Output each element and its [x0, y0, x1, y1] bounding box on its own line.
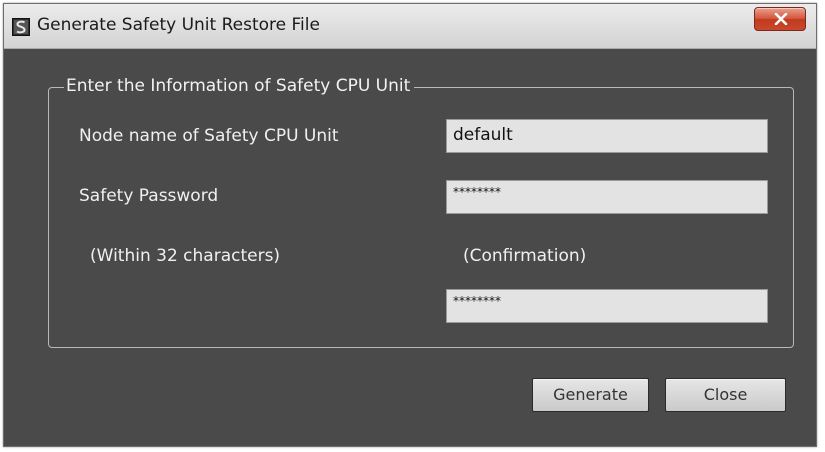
node-name-label: Node name of Safety CPU Unit — [79, 126, 339, 146]
close-button[interactable]: Close — [665, 378, 786, 412]
node-name-input[interactable]: default — [446, 119, 768, 153]
safety-password-input[interactable]: ******** — [446, 180, 768, 214]
window-title: Generate Safety Unit Restore File — [37, 15, 320, 35]
title-bar[interactable]: Generate Safety Unit Restore File — [4, 4, 816, 49]
group-legend: Enter the Information of Safety CPU Unit — [64, 76, 415, 96]
password-hint-label: (Within 32 characters) — [90, 246, 281, 266]
window-close-button[interactable] — [754, 7, 806, 31]
app-icon — [12, 18, 30, 36]
generate-button[interactable]: Generate — [532, 378, 649, 412]
safety-password-label: Safety Password — [79, 186, 219, 206]
password-confirmation-input[interactable]: ******** — [446, 289, 768, 323]
confirmation-label: (Confirmation) — [463, 246, 587, 266]
close-icon — [774, 13, 788, 25]
